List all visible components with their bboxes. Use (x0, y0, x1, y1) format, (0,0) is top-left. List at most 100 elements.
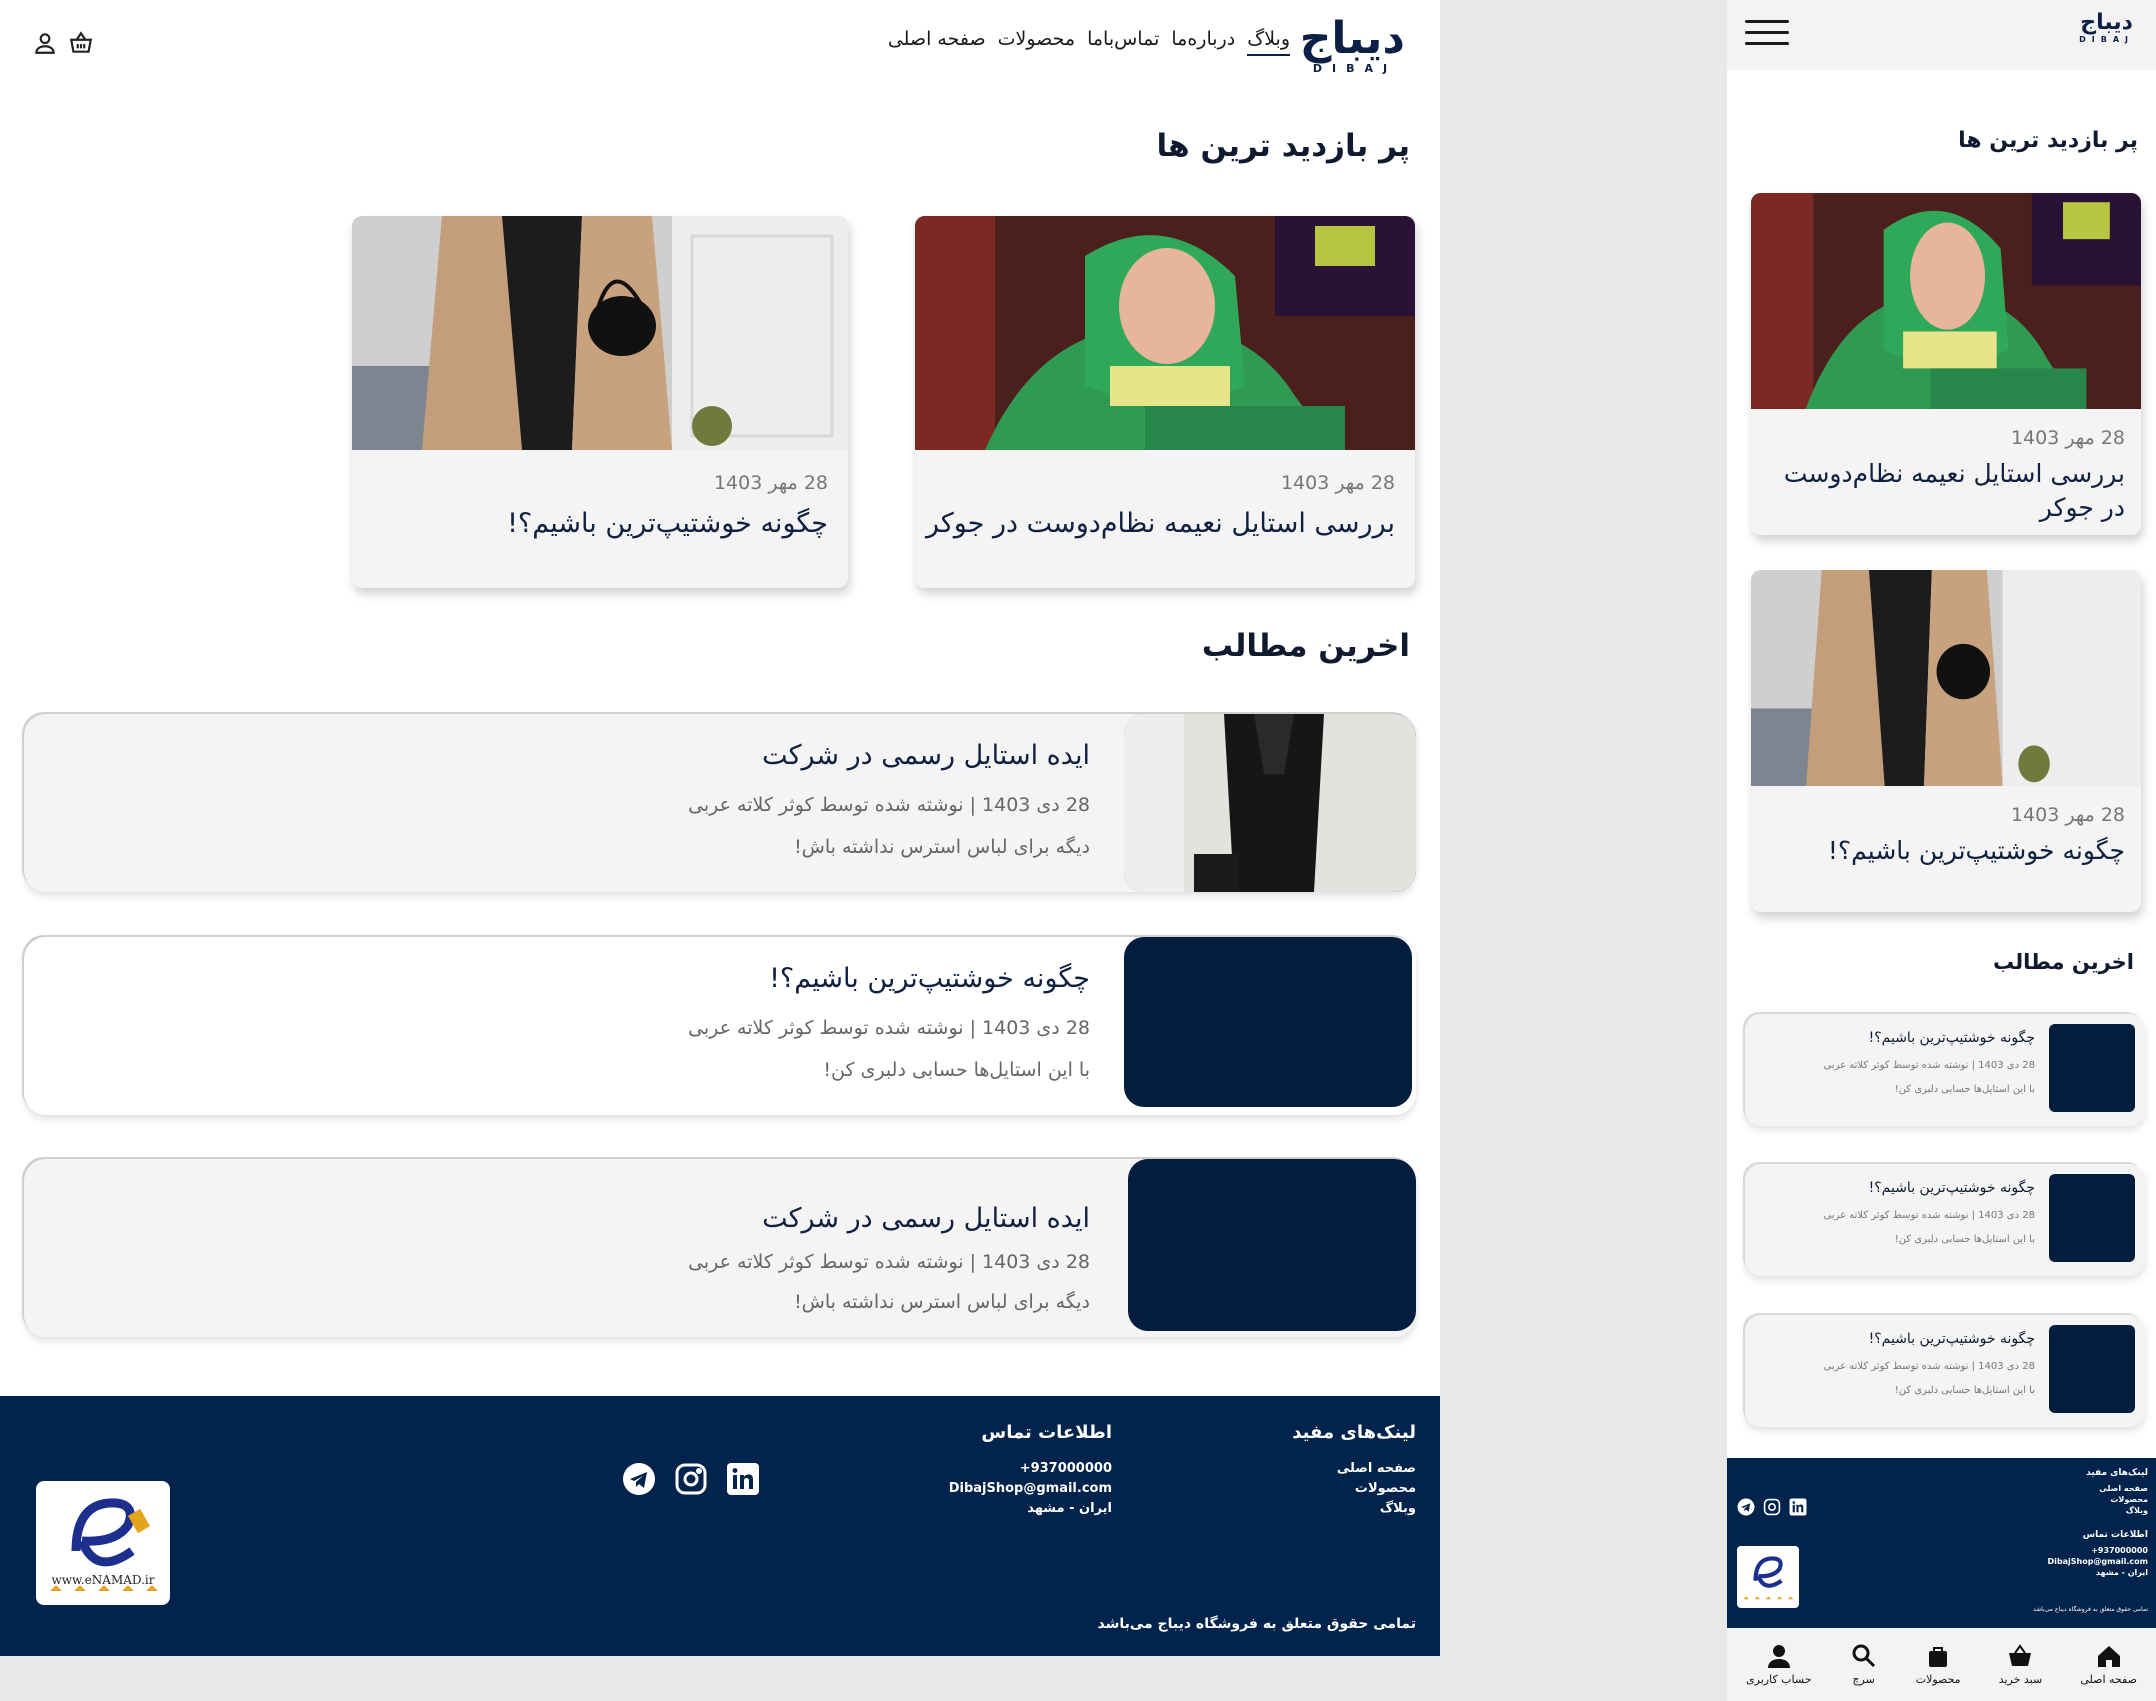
latest-title: اخرین مطالب (1201, 628, 1410, 664)
bag-icon (1929, 1647, 1948, 1667)
linkedin-icon[interactable] (726, 1462, 760, 1496)
popular-card[interactable]: 28 مهر 1403 چگونه خوشتیپ‌ترین باشیم؟! (352, 216, 848, 588)
footer-address: ایران - مشهد (1027, 1501, 1112, 1516)
copyright: تمامی حقوق متعلق به فروشگاه دیباج می‌باش… (2032, 1606, 2148, 1613)
instagram-icon[interactable] (1763, 1498, 1781, 1516)
telegram-icon[interactable] (622, 1462, 656, 1496)
post-title[interactable]: چگونه خوشتیپ‌ترین باشیم؟! (769, 963, 1090, 994)
post-image (1751, 570, 2141, 786)
post-summary: با این استایل‌ها حسابی دلبری کن! (1894, 1234, 2035, 1245)
tab-label: صفحه اصلی (2080, 1673, 2137, 1686)
footer-link-blog[interactable]: وبلاگ (2086, 1505, 2148, 1516)
linkedin-icon[interactable] (1789, 1498, 1807, 1516)
latest-post-card[interactable]: چگونه خوشتیپ‌ترین باشیم؟! 28 دی 1403 | ن… (1745, 1164, 2145, 1276)
post-title[interactable]: ایده استایل رسمی در شرکت (762, 1203, 1090, 1234)
footer-email[interactable]: DibajShop@gmail.com (949, 1479, 1112, 1499)
tab-label: سبد خرید (1998, 1673, 2043, 1686)
post-title[interactable]: چگونه خوشتیپ‌ترین باشیم؟! (507, 508, 828, 539)
post-title[interactable]: بررسی استایل نعیمه نظام‌دوست در جوکر (926, 508, 1395, 539)
footer-links-title: لینک‌های مفید (1292, 1422, 1416, 1443)
footer-contact: اطلاعات تماس +937000000 DibajShop@gmail.… (949, 1422, 1112, 1519)
footer-link-home[interactable]: صفحه اصلی (2086, 1483, 2148, 1494)
enamad-badge[interactable]: www.eNAMAD.ir (36, 1481, 170, 1605)
telegram-icon[interactable] (1737, 1498, 1755, 1516)
logo-text: دیباج (1299, 13, 1405, 64)
post-image (1751, 193, 2141, 409)
post-thumbnail (1124, 937, 1412, 1107)
post-summary: با این استایل‌ها حسابی دلبری کن! (1894, 1084, 2035, 1095)
latest-post-card[interactable]: ایده استایل رسمی در شرکت 28 دی 1403 | نو… (24, 1159, 1416, 1337)
main-nav: صفحه اصلی محصولات تماس‌باما درباره‌ما وب… (888, 28, 1290, 56)
mobile-view: دیباج DIBAJ پر بازدید ترین ها 28 مهر 140… (1727, 0, 2156, 1701)
user-icon[interactable] (32, 30, 58, 56)
popular-card[interactable]: 28 مهر 1403 بررسی استایل نعیمه نظام‌دوست… (1751, 193, 2141, 535)
footer-links: لینک‌های مفید صفحه اصلی محصولات وبلاگ (1292, 1422, 1416, 1519)
post-thumbnail (1124, 714, 1416, 892)
post-thumbnail (2049, 1024, 2135, 1112)
logo-subtext: DIBAJ (2079, 35, 2134, 44)
logo[interactable]: دیباج DIBAJ (1299, 13, 1405, 76)
post-date: 28 مهر 1403 (713, 472, 828, 494)
footer-link-products[interactable]: محصولات (1292, 1479, 1416, 1499)
footer: لینک‌های مفید صفحه اصلی محصولات وبلاگ اط… (0, 1396, 1440, 1656)
popular-card[interactable]: 28 مهر 1403 بررسی استایل نعیمه نظام‌دوست… (915, 216, 1415, 588)
social-links (1737, 1498, 1807, 1516)
desktop-view: دیباج DIBAJ صفحه اصلی محصولات تماس‌باما … (0, 0, 1440, 1656)
footer-link-blog[interactable]: وبلاگ (1292, 1499, 1416, 1519)
footer-links: لینک‌های مفید صفحه اصلی محصولات وبلاگ (2086, 1468, 2148, 1516)
tab-account[interactable]: حساب کاربری (1746, 1643, 1812, 1686)
tab-products[interactable]: محصولات (1916, 1643, 1961, 1686)
user-icon (1767, 1645, 1790, 1668)
footer-contact-title: اطلاعات تماس (981, 1422, 1112, 1443)
latest-post-card[interactable]: چگونه خوشتیپ‌ترین باشیم؟! 28 دی 1403 | ن… (1745, 1014, 2145, 1126)
post-meta: 28 دی 1403 | نوشته شده توسط کوثر کلاته ع… (688, 1251, 1090, 1273)
home-icon (2097, 1646, 2120, 1667)
footer-contact: اطلاعات تماس +937000000 DibajShop@gmail.… (2048, 1530, 2149, 1578)
tab-label: سرچ (1852, 1673, 1875, 1686)
post-title[interactable]: بررسی استایل نعیمه نظام‌دوست در جوکر (1765, 457, 2125, 525)
post-meta: 28 دی 1403 | نوشته شده توسط کوثر کلاته ع… (688, 1017, 1090, 1039)
logo-subtext: DIBAJ (1312, 62, 1398, 75)
copyright: تمامی حقوق متعلق به فروشگاه دیباج می‌باش… (1097, 1616, 1416, 1632)
footer-link-home[interactable]: صفحه اصلی (1292, 1459, 1416, 1479)
latest-post-card[interactable]: چگونه خوشتیپ‌ترین باشیم؟! 28 دی 1403 | ن… (24, 937, 1416, 1115)
post-thumbnail (2049, 1174, 2135, 1262)
footer-phone: +937000000 (2091, 1546, 2148, 1555)
mobile-header: دیباج DIBAJ (1727, 0, 2156, 70)
post-title[interactable]: چگونه خوشتیپ‌ترین باشیم؟! (1869, 1331, 2035, 1347)
basket-icon (2009, 1644, 2032, 1666)
tab-search[interactable]: سرچ (1850, 1643, 1878, 1686)
nav-blog[interactable]: وبلاگ (1247, 28, 1290, 56)
post-title[interactable]: چگونه خوشتیپ‌ترین باشیم؟! (1869, 1030, 2035, 1046)
latest-post-card[interactable]: ایده استایل رسمی در شرکت 28 دی 1403 | نو… (24, 714, 1416, 892)
instagram-icon[interactable] (674, 1462, 708, 1496)
footer-link-products[interactable]: محصولات (2086, 1494, 2148, 1505)
post-meta: 28 دی 1403 | نوشته شده توسط کوثر کلاته ع… (688, 794, 1090, 816)
bottom-tab-bar: صفحه اصلی سبد خرید محصولات سرچ حساب کارب… (1727, 1628, 2156, 1701)
latest-post-card[interactable]: چگونه خوشتیپ‌ترین باشیم؟! 28 دی 1403 | ن… (1745, 1315, 2145, 1427)
footer: لینک‌های مفید صفحه اصلی محصولات وبلاگ اط… (1727, 1458, 2156, 1628)
post-summary: با این استایل‌ها حسابی دلبری کن! (1894, 1385, 2035, 1396)
post-thumbnail (2049, 1325, 2135, 1413)
cart-icon[interactable] (68, 30, 94, 56)
post-title[interactable]: چگونه خوشتیپ‌ترین باشیم؟! (1765, 834, 2125, 868)
popular-card[interactable]: 28 مهر 1403 چگونه خوشتیپ‌ترین باشیم؟! (1751, 570, 2141, 912)
tab-home[interactable]: صفحه اصلی (2080, 1643, 2137, 1686)
logo[interactable]: دیباج DIBAJ (2079, 10, 2134, 44)
footer-email[interactable]: DibajShop@gmail.com (2048, 1556, 2149, 1567)
nav-contact[interactable]: تماس‌باما (1087, 28, 1159, 56)
post-summary: دیگه برای لباس استرس نداشته باش! (794, 1291, 1090, 1313)
nav-home[interactable]: صفحه اصلی (888, 28, 986, 56)
enamad-badge[interactable] (1737, 1546, 1799, 1608)
header-icons (32, 30, 94, 56)
social-links (622, 1462, 760, 1496)
nav-products[interactable]: محصولات (998, 28, 1075, 56)
tab-cart[interactable]: سبد خرید (1998, 1643, 2043, 1686)
enamad-text: www.eNAMAD.ir (51, 1573, 155, 1587)
post-date: 28 مهر 1403 (1280, 472, 1395, 494)
menu-icon[interactable] (1745, 20, 1789, 48)
nav-about[interactable]: درباره‌ما (1171, 28, 1235, 56)
post-title[interactable]: ایده استایل رسمی در شرکت (762, 740, 1090, 771)
post-title[interactable]: چگونه خوشتیپ‌ترین باشیم؟! (1869, 1180, 2035, 1196)
tab-label: حساب کاربری (1746, 1673, 1812, 1686)
